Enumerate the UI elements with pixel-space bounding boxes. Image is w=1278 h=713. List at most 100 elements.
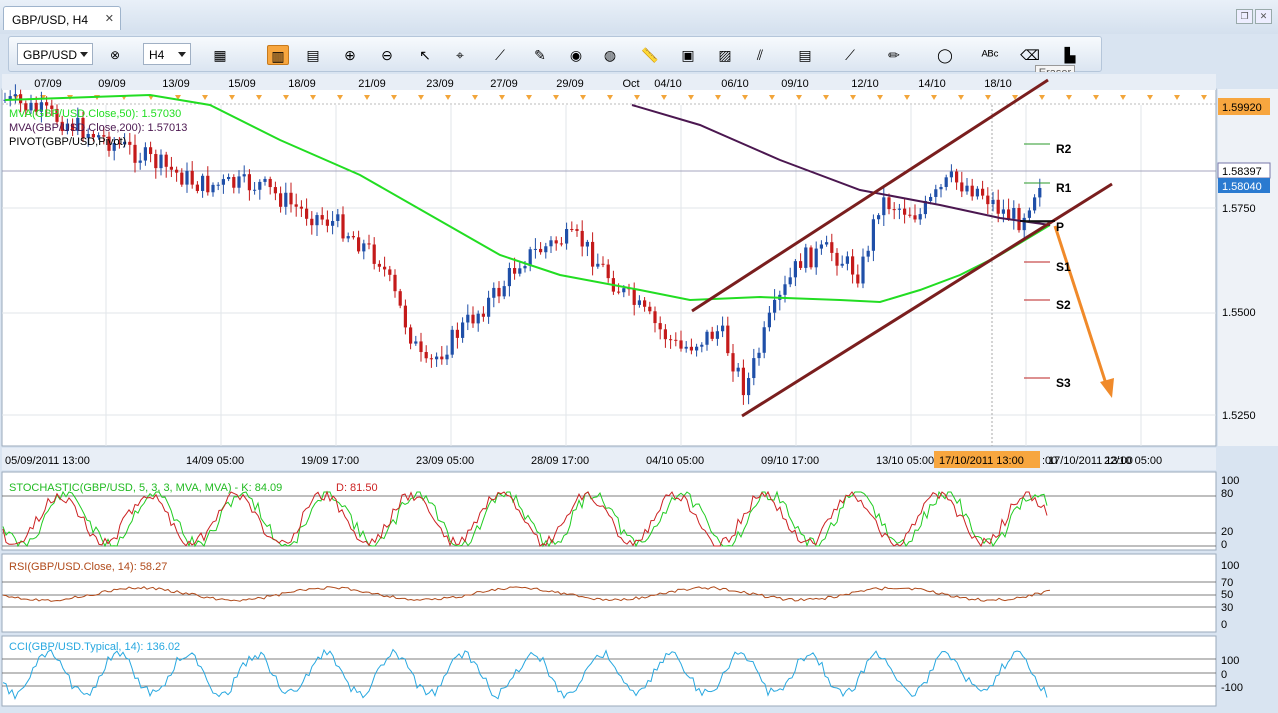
- price-axis: [1218, 89, 1278, 446]
- candle: [606, 264, 610, 279]
- brush-icon[interactable]: ✏: [883, 45, 905, 65]
- chart-type-icon[interactable]: ▦: [209, 45, 231, 65]
- candle: [164, 154, 168, 167]
- candle: [539, 248, 543, 253]
- pencil-icon[interactable]: ✎: [529, 45, 551, 65]
- candle: [637, 300, 641, 305]
- window-controls: ❐ ✕: [1234, 9, 1272, 24]
- remove-symbol-icon[interactable]: ⊗: [104, 45, 126, 65]
- image-icon[interactable]: ▣: [677, 45, 699, 65]
- candle: [419, 341, 423, 353]
- close-icon[interactable]: ✕: [1255, 9, 1272, 24]
- period-select[interactable]: H4: [143, 43, 191, 65]
- candle: [299, 206, 303, 209]
- candle: [268, 178, 272, 188]
- candle: [783, 284, 787, 295]
- panel-icon[interactable]: ▤: [794, 45, 816, 65]
- candle: [840, 263, 844, 266]
- candle: [159, 154, 163, 169]
- candle: [679, 340, 683, 349]
- candle: [585, 241, 589, 247]
- cci-legend: CCI(GBP/USD.Typical, 14): 136.02: [9, 641, 180, 653]
- text-icon[interactable]: ᴬᴮᶜ: [979, 45, 1001, 65]
- objects-icon[interactable]: ▙: [1059, 45, 1081, 65]
- candle: [128, 141, 132, 145]
- candle: [580, 230, 584, 247]
- trendline-icon[interactable]: ⟋: [839, 45, 861, 65]
- candle: [424, 352, 428, 359]
- magnet-icon[interactable]: ◉: [565, 45, 587, 65]
- candle: [975, 188, 979, 197]
- candle: [549, 240, 553, 247]
- candle: [845, 256, 849, 264]
- candle: [247, 174, 251, 191]
- cursor-icon[interactable]: ↖: [414, 45, 436, 65]
- candle: [949, 171, 953, 178]
- indicator-legend: PIVOT(GBP/USD,Pivot): [9, 136, 126, 148]
- top-date-label: 09/09: [98, 78, 126, 90]
- close-tab-icon[interactable]: ✕: [105, 12, 114, 25]
- candle: [705, 331, 709, 345]
- candle: [310, 218, 314, 226]
- bars-icon[interactable]: ▤: [302, 45, 324, 65]
- candle: [403, 305, 407, 328]
- candle: [169, 166, 173, 170]
- candles-icon[interactable]: ▥: [267, 45, 289, 65]
- candle: [1012, 208, 1016, 219]
- zoom-in-icon[interactable]: ⊕: [339, 45, 361, 65]
- zoom-out-icon[interactable]: ⊖: [376, 45, 398, 65]
- candle: [960, 182, 964, 192]
- symbol-select[interactable]: GBP/USD: [17, 43, 93, 65]
- restore-icon[interactable]: ❐: [1236, 9, 1253, 24]
- candle: [731, 353, 735, 372]
- chevron-down-icon: [80, 52, 88, 57]
- panel-3: [1, 635, 1217, 707]
- bottom-date-label: 04/10 05:00: [646, 455, 704, 467]
- line-icon[interactable]: ⟋: [489, 45, 511, 65]
- candle: [487, 297, 491, 317]
- candle: [206, 175, 210, 193]
- chart-area[interactable]: 07/09 09/09 13/09 15/09 18/09 21/09 23/09 27/09…: [0, 72, 1278, 713]
- candle: [315, 215, 319, 226]
- bottom-date-label: 09/10 17:00: [761, 455, 819, 467]
- top-date-label: 27/09: [490, 78, 518, 90]
- candle: [263, 178, 267, 182]
- candle: [944, 177, 948, 187]
- top-date-label: 06/10: [721, 78, 749, 90]
- chart-tab[interactable]: GBP/USD, H4 ✕: [3, 6, 121, 30]
- tab-title: GBP/USD, H4: [12, 13, 89, 27]
- candle: [674, 339, 678, 341]
- cci-axis-label: 0: [1221, 669, 1227, 681]
- crosshair-icon[interactable]: ⌖: [449, 45, 471, 65]
- ruler-icon[interactable]: 📏: [639, 45, 661, 65]
- candle: [658, 323, 662, 330]
- candle: [1017, 208, 1021, 231]
- candle: [154, 154, 158, 169]
- candle: [871, 219, 875, 251]
- tab-bar: GBP/USD, H4 ✕ ❐ ✕: [0, 0, 1278, 34]
- candle: [216, 184, 220, 186]
- candle: [991, 199, 995, 205]
- top-date-label: 23/09: [426, 78, 454, 90]
- candle: [221, 179, 225, 185]
- template-icon[interactable]: ▨: [714, 45, 736, 65]
- candle: [492, 287, 496, 298]
- candle: [258, 181, 262, 190]
- candle: [736, 367, 740, 372]
- candle: [149, 147, 153, 155]
- top-date-label: 21/09: [358, 78, 386, 90]
- candle: [507, 268, 511, 287]
- candle: [851, 256, 855, 275]
- candle: [793, 261, 797, 278]
- rsi-axis-label: 50: [1221, 589, 1233, 601]
- ellipse-icon[interactable]: ◯: [934, 45, 956, 65]
- bottom-date-label: 14/09 05:00: [186, 455, 244, 467]
- eraser-icon[interactable]: ⌫: [1019, 45, 1041, 65]
- candle: [273, 187, 277, 194]
- candle: [528, 249, 532, 267]
- candle: [757, 352, 761, 359]
- globe-icon[interactable]: ◍: [599, 45, 621, 65]
- rsi-axis-label: 100: [1221, 560, 1239, 572]
- fibonacci-icon[interactable]: ⫽: [749, 45, 771, 65]
- candle: [897, 208, 901, 210]
